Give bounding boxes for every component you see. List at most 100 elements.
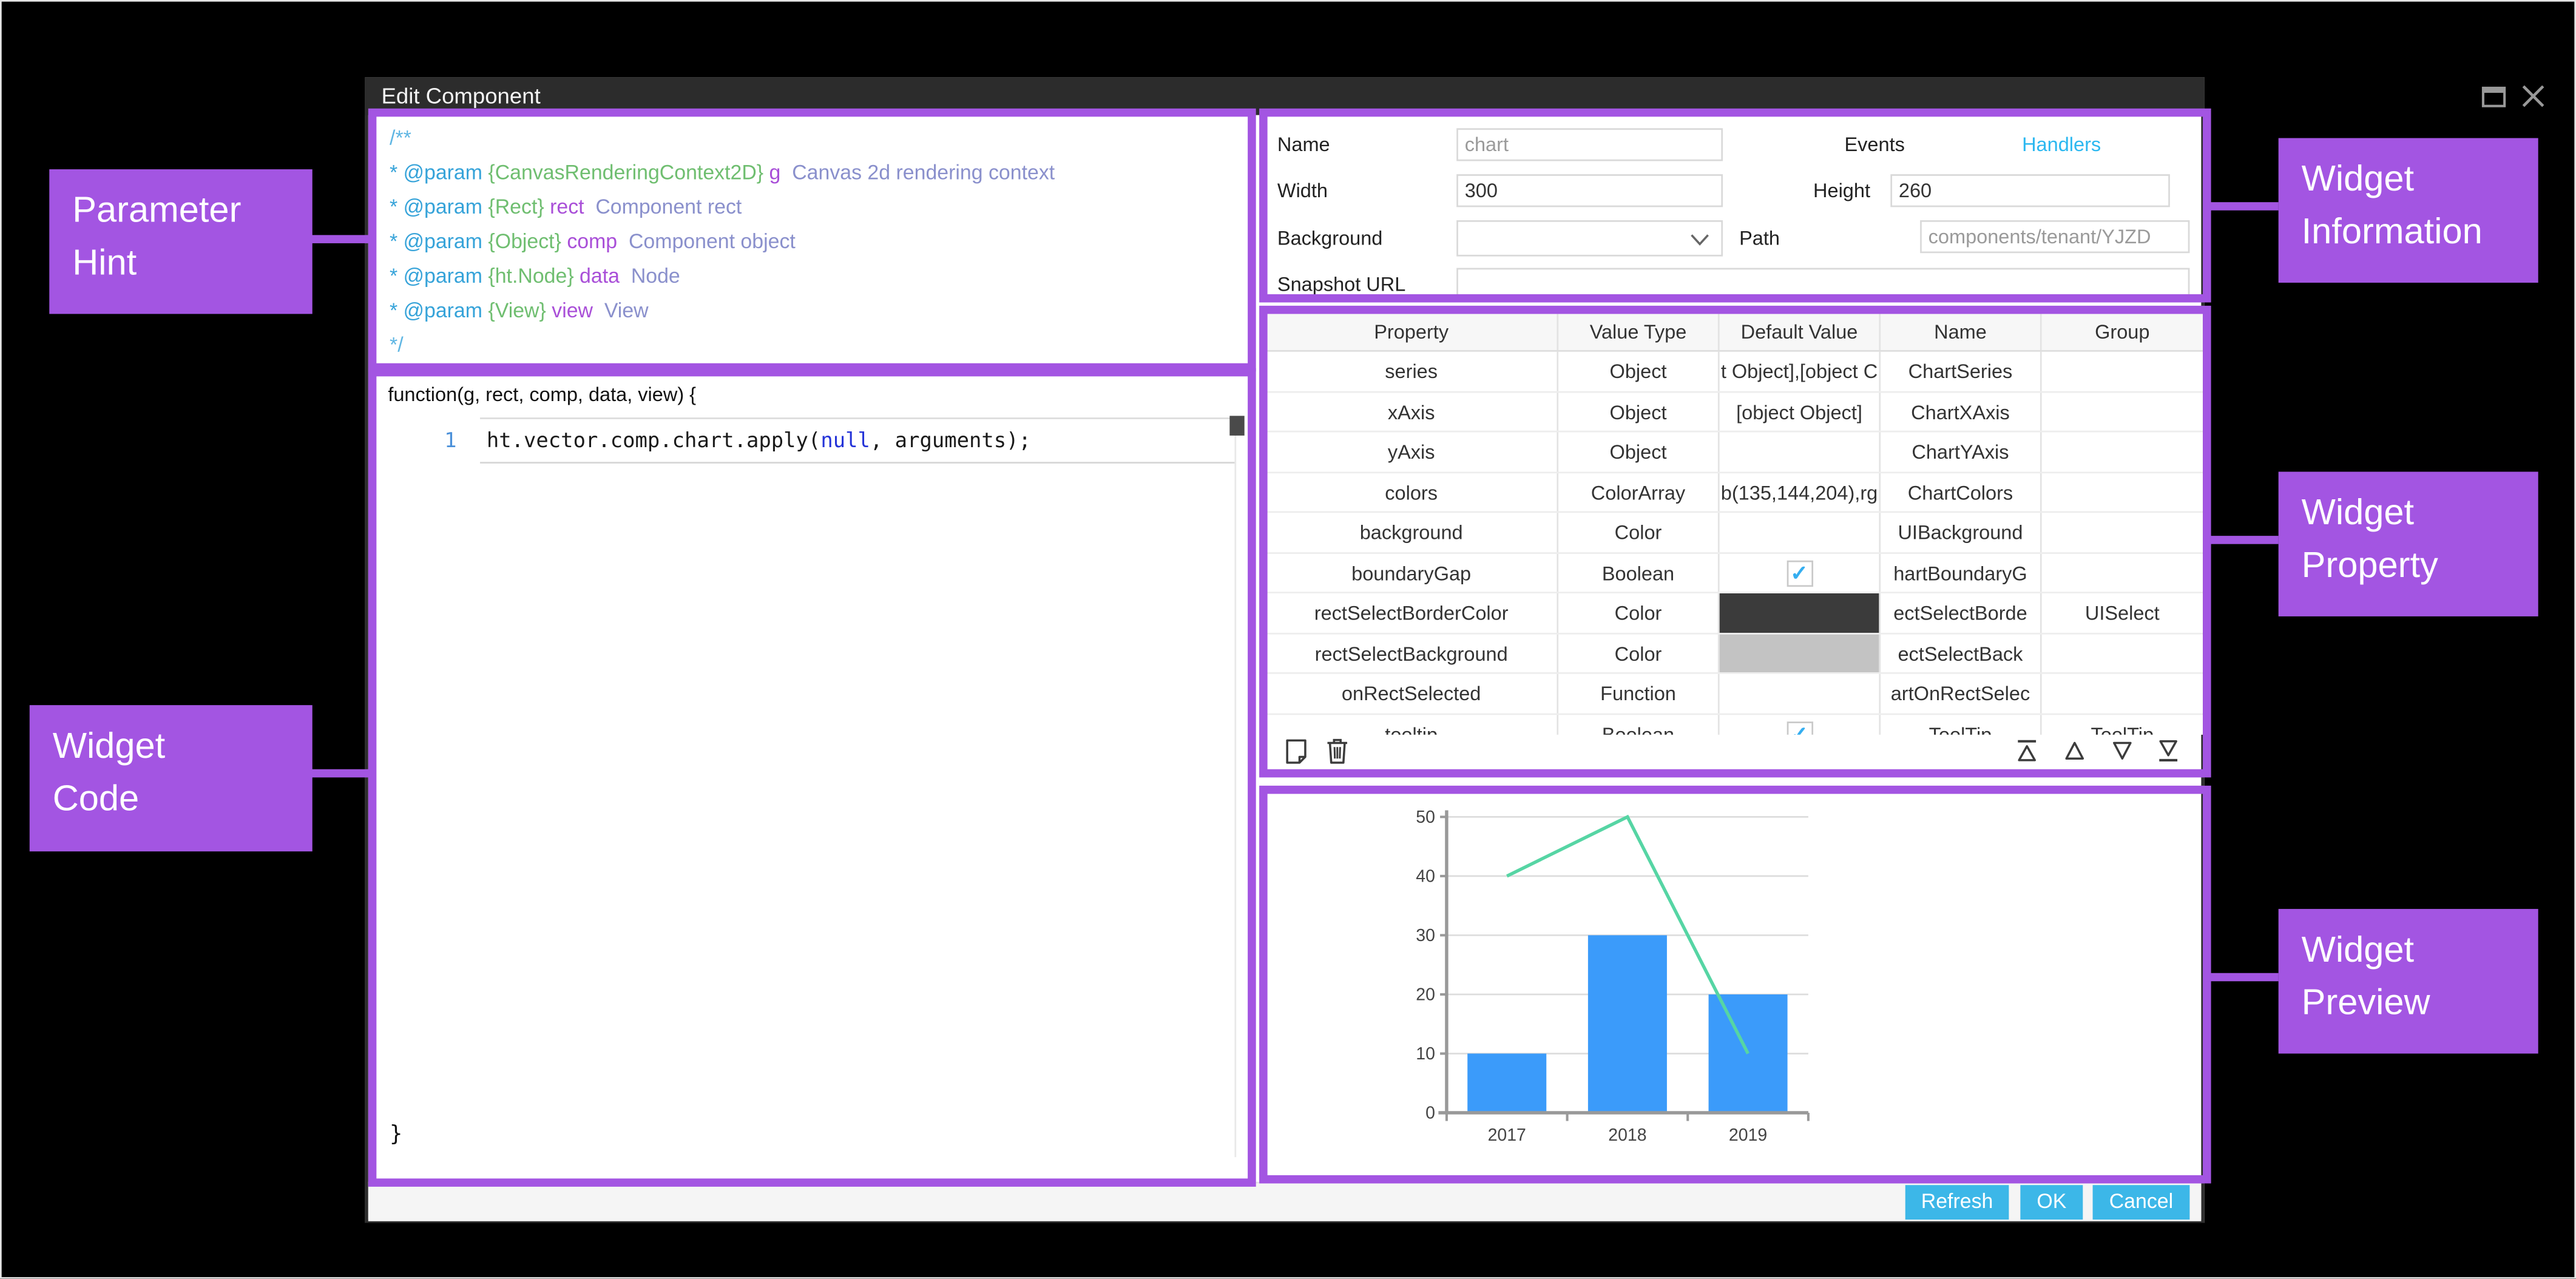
default-value-cell [1720,633,1881,672]
default-value-cell [1720,513,1881,552]
annotation-text: Code [53,777,139,818]
height-input[interactable] [1890,174,2170,207]
ok-button[interactable]: OK [2020,1185,2083,1220]
code-token: */ [390,334,404,357]
table-cell: Boolean [1558,553,1719,592]
table-cell: xAxis [1266,392,1558,431]
table-cell: ToolTip [1881,714,2041,735]
code-token: * @param [390,195,482,218]
close-button[interactable] [2520,84,2546,109]
table-cell: ToolTip [2042,714,2203,735]
table-row[interactable]: onRectSelectedFunctionartOnRectSelec [1266,674,2203,714]
table-row[interactable]: rectSelectBackgroundColorectSelectBack [1266,633,2203,673]
code-token: Node [620,265,680,288]
move-to-top-icon [2012,737,2042,766]
code-token: {Object} [482,230,561,253]
table-cell: Object [1558,392,1719,431]
move-down-icon [2108,737,2137,766]
boolean-checkbox[interactable]: ✓ [1786,721,1812,735]
code-editor-line[interactable]: ht.vector.comp.chart.apply(null, argumen… [480,417,1234,464]
chart-x-tick-label: 2019 [1729,1125,1767,1145]
table-cell: rectSelectBorderColor [1266,593,1558,632]
annotation-connector [2206,536,2278,544]
table-cell: Color [1558,513,1719,552]
name-label: Name [1277,133,1330,156]
refresh-button[interactable]: Refresh [1905,1185,2009,1220]
table-cell: ChartColors [1881,473,2041,511]
table-cell: rectSelectBackground [1266,633,1558,672]
table-cell: ChartXAxis [1881,392,2041,431]
annotation-label-widget-code: Widget Code [30,705,313,851]
boolean-checkbox[interactable]: ✓ [1786,559,1812,586]
table-header-cell[interactable]: Name [1881,312,2041,350]
move-to-bottom-button[interactable] [2154,737,2183,766]
table-cell [2042,432,2203,471]
annotation-label-widget-information: Widget Information [2279,138,2538,283]
table-row[interactable]: boundaryGapBoolean✓hartBoundaryG [1266,553,2203,593]
table-cell [2042,473,2203,511]
background-select[interactable] [1456,220,1723,257]
table-row[interactable]: yAxisObjectChartYAxis [1266,432,2203,472]
param-hint-line: * @param {Rect} rect Component rect [390,191,1055,225]
table-cell: ColorArray [1558,473,1719,511]
table-header-cell[interactable]: Value Type [1558,312,1719,350]
dialog-titlebar[interactable]: Edit Component [365,77,2204,115]
param-hint-line: * @param {ht.Node} data Node [390,260,1055,294]
code-token: rect [544,195,584,218]
code-closing-brace: } [390,1122,402,1147]
chart-y-tick-label: 20 [1416,985,1435,1004]
table-cell: Boolean [1558,714,1719,735]
screenshot-stage: Edit Component /*** @param {CanvasRender… [0,0,2576,1279]
table-cell: onRectSelected [1266,674,1558,713]
move-up-button[interactable] [2060,737,2089,766]
delete-property-button[interactable] [1323,737,1353,766]
background-label: Background [1277,227,1383,250]
table-cell: ectSelectBack [1881,633,2041,672]
snapshot-url-input[interactable] [1456,268,2189,301]
move-down-button[interactable] [2108,737,2137,766]
handlers-link[interactable]: Handlers [2022,133,2101,156]
table-row[interactable]: xAxisObject[object Object]ChartXAxis [1266,392,2203,432]
width-label: Width [1277,179,1328,202]
color-swatch[interactable] [1720,593,1879,632]
annotation-text: Parameter [72,189,241,231]
code-token: Component rect [584,195,742,218]
chart-y-tick-label: 0 [1425,1103,1435,1122]
table-header-cell[interactable]: Default Value [1720,312,1881,350]
width-input[interactable] [1456,174,1723,207]
color-swatch[interactable] [1720,633,1879,672]
code-scrollbar-track[interactable] [1234,417,1248,1157]
table-row[interactable]: tooltipBoolean✓ToolTipToolTip [1266,714,2203,735]
widget-preview-chart: 01020304050201720182019 [1269,789,2199,1173]
table-cell [2042,674,2203,713]
maximize-button[interactable] [2481,84,2507,109]
annotation-text: Preview [2302,981,2430,1022]
move-to-top-button[interactable] [2012,737,2042,766]
table-row[interactable]: colorsColorArrayb(135,144,204),rgChartCo… [1266,473,2203,513]
annotation-label-widget-preview: Widget Preview [2279,909,2538,1053]
param-hint-line: */ [390,329,1055,363]
code-token: * @param [390,230,482,253]
table-header-cell[interactable]: Property [1266,312,1558,350]
param-hint-line: /** [390,121,1055,156]
name-input[interactable] [1456,128,1723,161]
code-token: View [593,299,649,322]
path-input[interactable] [1920,220,2189,253]
table-cell: yAxis [1266,432,1558,471]
code-token: {View} [482,299,546,322]
table-row[interactable]: seriesObjectt Object],[object CChartSeri… [1266,352,2203,392]
add-property-button[interactable] [1282,737,1312,766]
chart-bar [1588,935,1667,1113]
default-value-cell: b(135,144,204),rg [1720,473,1881,511]
code-token: ht.vector.comp.chart.apply( [487,427,820,452]
table-header-cell[interactable]: Group [2042,312,2203,350]
new-item-icon [1282,737,1310,766]
table-row[interactable]: rectSelectBorderColorColorectSelectBorde… [1266,593,2203,633]
cancel-button[interactable]: Cancel [2093,1185,2190,1220]
table-row[interactable]: backgroundColorUIBackground [1266,513,2203,553]
code-scrollbar-thumb[interactable] [1229,416,1244,436]
chart-y-tick-label: 30 [1416,926,1435,945]
move-to-bottom-icon [2154,737,2183,766]
annotation-text: Widget [2302,929,2415,970]
code-token: null [820,427,870,452]
